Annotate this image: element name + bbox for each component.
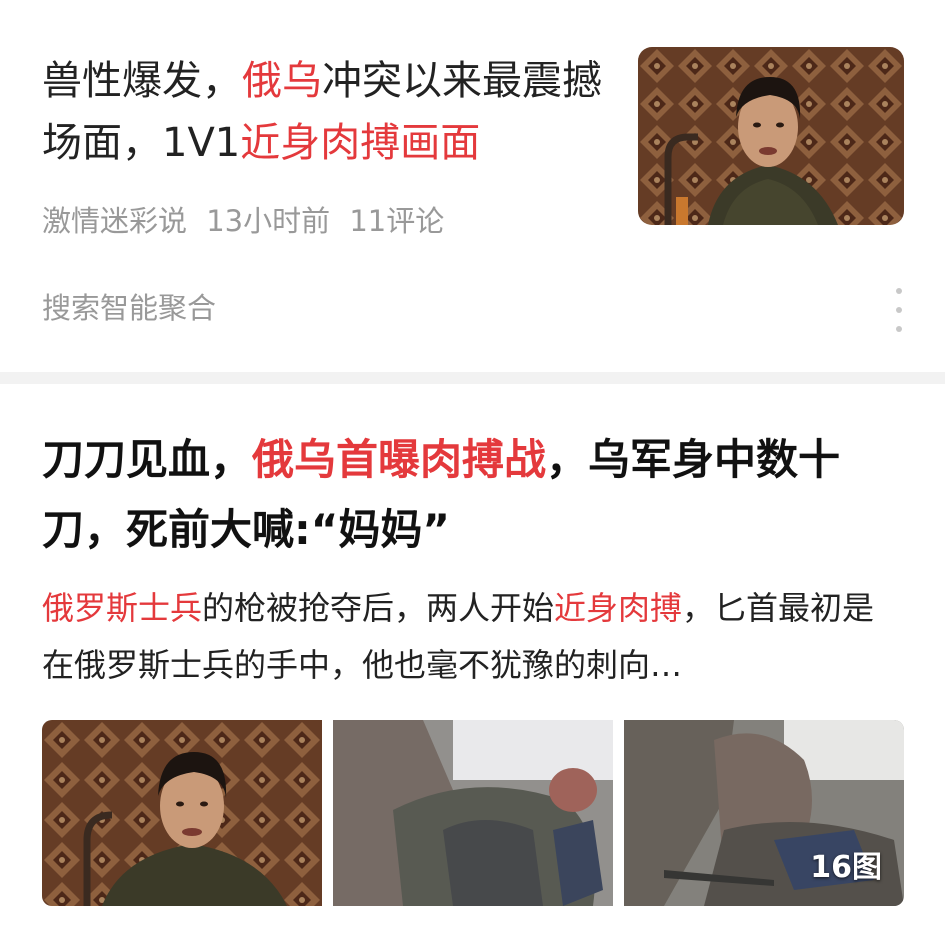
source-name[interactable]: 激情迷彩说: [42, 204, 187, 238]
gallery-image-2[interactable]: [333, 720, 613, 906]
dot-icon: [896, 307, 902, 313]
highlighted-keyword: 近身肉搏画面: [240, 120, 481, 166]
highlighted-keyword: 俄乌首曝肉搏战: [252, 435, 547, 484]
comment-count[interactable]: 11评论: [349, 204, 444, 238]
text-segment: 的枪被抢夺后，两人开始: [202, 589, 555, 627]
image-gallery[interactable]: 16图: [42, 720, 904, 906]
gallery-image-3[interactable]: 16图: [624, 720, 904, 906]
gallery-image-1[interactable]: [42, 720, 322, 906]
highlighted-keyword: 近身肉搏: [554, 589, 683, 627]
news-thumbnail-1[interactable]: [638, 47, 904, 225]
dot-icon: [896, 288, 902, 294]
publish-time: 13小时前: [206, 204, 331, 238]
text-segment: 刀刀见血，: [42, 435, 253, 484]
more-options-icon[interactable]: [884, 288, 914, 332]
news-summary-2[interactable]: 俄罗斯士兵的枪被抢夺后，两人开始近身肉搏，匕首最初是在俄罗斯士兵的手中，他也毫不…: [42, 580, 902, 694]
search-aggregation-label[interactable]: 搜索智能聚合: [42, 285, 216, 327]
news-title-1[interactable]: 兽性爆发，俄乌冲突以来最震撼场面，1V1近身肉搏画面: [42, 50, 612, 174]
news-title-2[interactable]: 刀刀见血，俄乌首曝肉搏战，乌军身中数十刀，死前大喊:“妈妈”: [42, 425, 922, 565]
photo-man-portrait-icon: [42, 720, 322, 906]
highlighted-keyword: 俄乌: [242, 58, 322, 104]
dot-icon: [896, 326, 902, 332]
news-card-1[interactable]: 兽性爆发，俄乌冲突以来最震撼场面，1V1近身肉搏画面 激情迷彩说 13小时前 1…: [0, 0, 945, 372]
image-count-badge: 16图: [810, 850, 882, 885]
photo-man-portrait-icon: [638, 47, 904, 225]
card-divider: [0, 372, 945, 384]
photo-combat-blur-icon: [333, 720, 613, 906]
news-meta-1: 激情迷彩说 13小时前 11评论: [42, 198, 454, 240]
text-segment: 兽性爆发，: [42, 58, 242, 104]
highlighted-keyword: 俄罗斯士兵: [42, 589, 203, 627]
